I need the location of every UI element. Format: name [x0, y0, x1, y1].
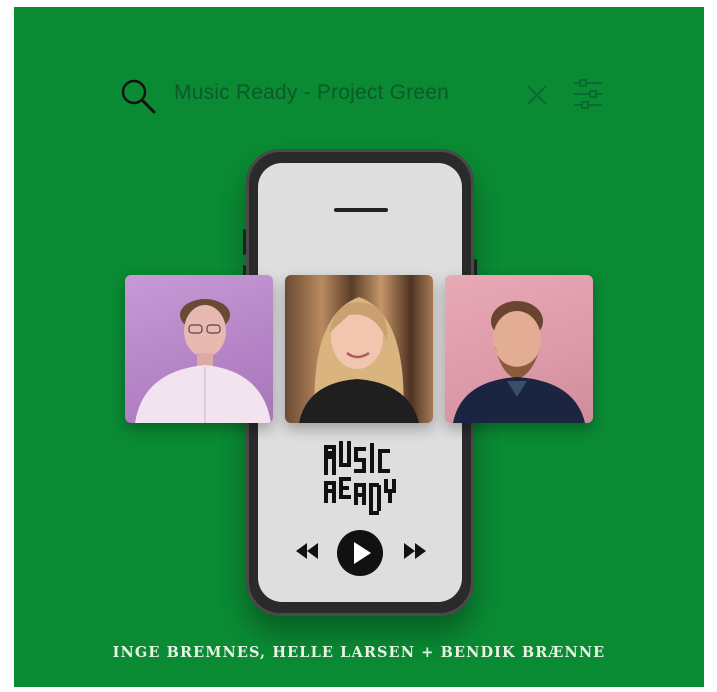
music-ready-logo	[324, 441, 396, 515]
artist-photo-card[interactable]	[285, 275, 433, 423]
phone-speaker	[334, 208, 388, 212]
artist-photo-card[interactable]	[125, 275, 273, 423]
artist-portrait	[299, 297, 419, 423]
filter-sliders-icon[interactable]	[572, 77, 604, 113]
fast-forward-icon[interactable]	[404, 543, 426, 559]
artist-portrait	[453, 301, 585, 423]
artist-photo-card[interactable]	[445, 275, 593, 423]
search-input[interactable]: Music Ready - Project Green	[174, 81, 449, 105]
rewind-icon[interactable]	[296, 543, 318, 559]
search-icon[interactable]	[118, 77, 158, 117]
artist-portrait	[135, 299, 271, 423]
play-icon	[354, 542, 371, 564]
player-controls	[258, 527, 462, 577]
phone-side-button	[243, 229, 246, 255]
artist-credits: INGE BREMNES, HELLE LARSEN + BENDIK BRÆN…	[112, 644, 606, 661]
play-button[interactable]	[337, 530, 383, 576]
album-cover: Music Ready - Project Green INGE BREMNES…	[14, 7, 704, 687]
close-icon[interactable]	[525, 83, 549, 107]
